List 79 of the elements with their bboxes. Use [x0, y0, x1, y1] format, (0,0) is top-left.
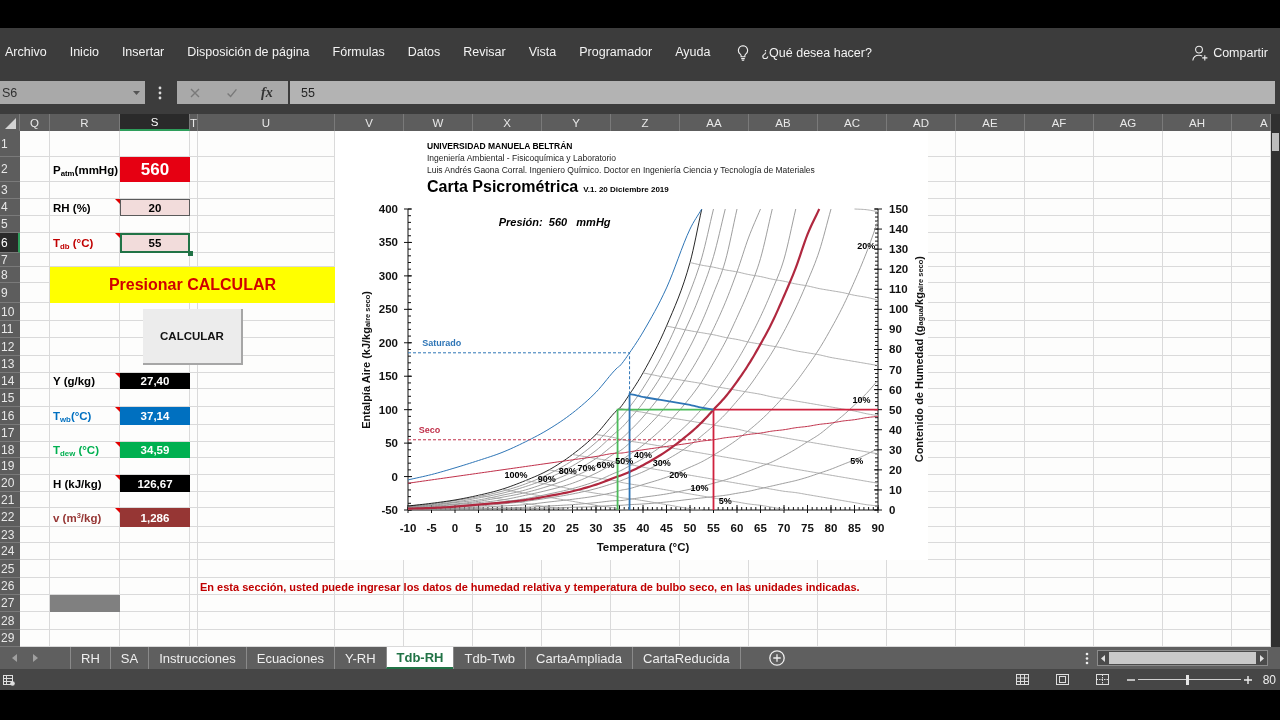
tick-label: 30	[589, 522, 603, 534]
curve-label: 90%	[537, 473, 556, 484]
tick-label: 50	[683, 522, 697, 534]
tick-label: 85	[848, 522, 861, 534]
chart-note: Presión: 560 mmHg	[498, 216, 611, 229]
note-text: En esta sección, usted puede ingresar los datos de humedad relativa y temperatura de bulbo seco, en las unidades indicadas.	[200, 580, 860, 593]
cell-label: T$_{db}$ (°C)	[53, 237, 94, 249]
tick-label: 80	[824, 522, 838, 534]
tick-label: 130	[889, 243, 909, 256]
cell-label: T$_{dew}$ (°C)	[53, 444, 99, 456]
curve-label: 10%	[852, 394, 871, 405]
tick-label: 30	[889, 443, 902, 456]
tick-label: 350	[378, 236, 398, 249]
tick-label: 0	[889, 504, 896, 516]
curve-label: 40%	[634, 450, 652, 461]
tick-label: 60	[730, 522, 744, 534]
chart-header-text: UNIVERSIDAD MANUELA BELTRÁN	[427, 140, 573, 152]
tick-label: 60	[889, 383, 902, 396]
tick-label: 200	[378, 336, 398, 349]
curve-label: 20%	[669, 470, 688, 481]
tick-label: 75	[801, 522, 814, 534]
tick-label: 150	[378, 370, 398, 383]
tick-label: 20	[889, 463, 902, 476]
tick-label: 40	[636, 522, 650, 534]
tick-label: 35	[613, 522, 626, 534]
tick-label: 20	[542, 522, 556, 534]
curve-label: Saturado	[422, 337, 462, 348]
curve-label: 5%	[718, 496, 732, 507]
cell-label: Y (g/kg)	[53, 375, 95, 387]
chart-title: Carta Psicrométrica	[427, 178, 579, 196]
curve-label: 5%	[850, 456, 864, 467]
tick-label: -50	[381, 504, 398, 516]
tick-label: 0	[391, 470, 398, 483]
tick-label: 5	[475, 522, 482, 534]
tick-label: 15	[519, 522, 532, 534]
tick-label: 45	[660, 522, 673, 534]
curve-label: 10%	[690, 482, 709, 493]
curve-label: 30%	[652, 458, 671, 469]
curve-label: 100%	[504, 469, 528, 480]
axis-title: Temperatura (°C)	[596, 541, 690, 553]
tick-label: 55	[707, 522, 720, 534]
cell-label: RH (%)	[53, 201, 91, 214]
curve-label: 20%	[857, 240, 876, 251]
cell-label: P$_{atm}$(mmHg)	[53, 163, 119, 176]
tick-label: 90	[889, 323, 902, 336]
tick-label: 250	[378, 303, 398, 316]
tick-label: 50	[385, 437, 398, 450]
tick-label: 100	[378, 403, 398, 416]
tick-label: 110	[889, 283, 908, 296]
cell-label: H (kJ/kg)	[53, 477, 102, 490]
tick-label: 70	[889, 363, 902, 376]
curve-label: 80%	[558, 466, 577, 477]
tick-label: 140	[889, 223, 909, 236]
cell-label: v (m$^{3}$/kg)	[53, 511, 102, 524]
tick-label: 25	[566, 522, 579, 534]
tick-label: 90	[871, 522, 885, 534]
chart-header-text: Ingeniería Ambiental - Fisicoquímica y Laboratorio	[427, 152, 616, 164]
tick-label: -10	[399, 522, 417, 534]
tick-label: 40	[889, 423, 902, 436]
tick-label: -5	[426, 522, 437, 534]
chart-header-text: Luis Andrés Gaona Corral. Ingeniero Químico. Doctor en Ingeniería Ciencia y Tecnología de Materiales	[427, 164, 815, 176]
tick-label: 10	[495, 522, 509, 534]
curve-label: 70%	[577, 462, 596, 473]
tick-label: 300	[378, 269, 398, 282]
tick-label: 65	[754, 522, 767, 534]
curve-label: Seco	[418, 424, 441, 435]
tick-label: 150	[889, 203, 909, 215]
curve-label: 60%	[596, 459, 615, 470]
tick-label: 120	[889, 263, 909, 276]
banner-cell: Presionar CALCULAR	[50, 267, 335, 303]
tick-label: 70	[777, 522, 791, 534]
tick-label: 400	[378, 203, 398, 215]
cell-label: T$_{wb}$(°C)	[53, 410, 92, 422]
tick-label: 10	[889, 483, 902, 496]
tick-label: 50	[889, 403, 902, 416]
chart-version: V.1. 20 Diciembre 2019	[583, 185, 669, 194]
tick-label: 100	[889, 303, 909, 316]
tick-label: 80	[889, 343, 902, 356]
tick-label: 0	[451, 522, 459, 534]
